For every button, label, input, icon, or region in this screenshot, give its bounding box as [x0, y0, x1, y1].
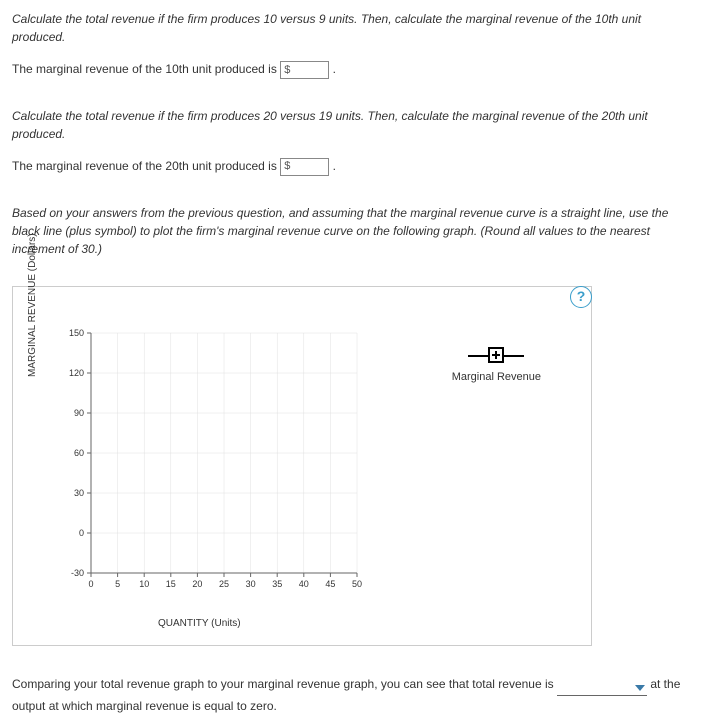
svg-text:60: 60 [74, 448, 84, 458]
svg-text:120: 120 [69, 368, 84, 378]
graph-panel: ? MARGINAL REVENUE (Dollars) 05101520253… [12, 286, 592, 646]
q2-input-wrap[interactable]: $ [280, 158, 329, 176]
svg-text:35: 35 [272, 579, 282, 589]
x-axis-label: QUANTITY (Units) [158, 616, 241, 631]
svg-text:90: 90 [74, 408, 84, 418]
dollar-sign-icon: $ [281, 62, 292, 79]
svg-text:40: 40 [299, 579, 309, 589]
svg-text:-30: -30 [71, 568, 84, 578]
svg-text:0: 0 [88, 579, 93, 589]
final-pre: Comparing your total revenue graph to yo… [12, 677, 554, 691]
legend-marginal-revenue[interactable]: Marginal Revenue [452, 349, 541, 386]
dollar-sign-icon: $ [281, 158, 292, 175]
svg-text:45: 45 [325, 579, 335, 589]
svg-text:5: 5 [115, 579, 120, 589]
q1-suffix: . [333, 62, 336, 76]
final-dropdown[interactable] [557, 680, 647, 696]
y-axis-label: MARGINAL REVENUE (Dollars) [25, 233, 40, 377]
svg-text:50: 50 [352, 579, 362, 589]
legend-label: Marginal Revenue [452, 369, 541, 386]
svg-text:150: 150 [69, 328, 84, 338]
chevron-down-icon [635, 685, 645, 691]
help-icon[interactable]: ? [570, 286, 592, 308]
q2-answer-line: The marginal revenue of the 20th unit pr… [12, 157, 692, 176]
svg-text:25: 25 [219, 579, 229, 589]
q1-input-wrap[interactable]: $ [280, 61, 329, 79]
q3-prompt: Based on your answers from the previous … [12, 204, 692, 258]
q1-prompt: Calculate the total revenue if the firm … [12, 10, 692, 46]
svg-text:10: 10 [139, 579, 149, 589]
q1-input[interactable] [292, 62, 328, 78]
svg-text:30: 30 [74, 488, 84, 498]
svg-text:20: 20 [192, 579, 202, 589]
q1-answer-prefix: The marginal revenue of the 10th unit pr… [12, 62, 277, 76]
chart-svg[interactable]: 0 5 10 15 20 25 30 35 40 45 50 -30 0 30 60 90 120 150 [63, 327, 363, 597]
plot-area[interactable]: 0 5 10 15 20 25 30 35 40 45 50 -30 0 30 60 90 120 150 [63, 327, 363, 597]
q2-answer-prefix: The marginal revenue of the 20th unit pr… [12, 159, 277, 173]
svg-text:30: 30 [246, 579, 256, 589]
final-question: Comparing your total revenue graph to yo… [12, 674, 692, 718]
svg-text:0: 0 [79, 528, 84, 538]
plus-line-icon [466, 349, 526, 363]
q2-suffix: . [333, 159, 336, 173]
q2-prompt: Calculate the total revenue if the firm … [12, 107, 692, 143]
q1-answer-line: The marginal revenue of the 10th unit pr… [12, 60, 692, 79]
q2-input[interactable] [292, 159, 328, 175]
svg-text:15: 15 [166, 579, 176, 589]
